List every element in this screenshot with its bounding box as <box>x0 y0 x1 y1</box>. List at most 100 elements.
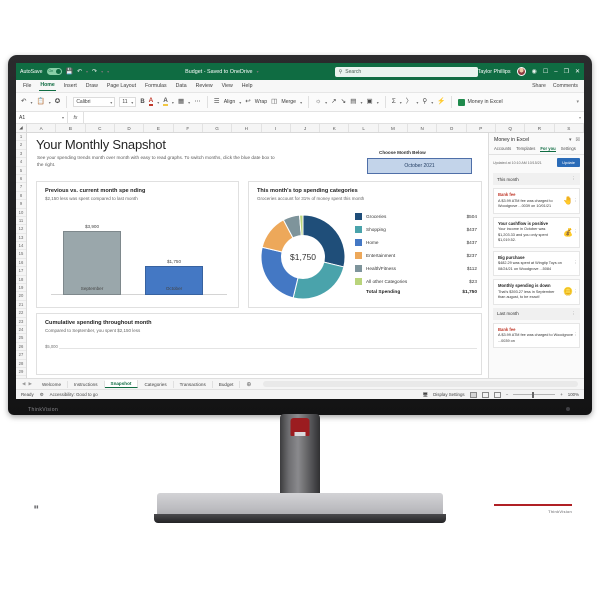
undo-caret-icon[interactable]: ▾ <box>86 69 88 74</box>
row-header-26[interactable]: 26 <box>16 343 26 352</box>
insight-card-menu-icon[interactable]: ⋮ <box>574 289 579 295</box>
fill-color-icon[interactable]: A <box>163 98 168 106</box>
row-header-3[interactable]: 3 <box>16 150 26 159</box>
close-button[interactable]: ✕ <box>575 68 580 75</box>
column-header-d[interactable]: D <box>115 124 145 132</box>
insight-section-menu-icon[interactable]: ⋮ <box>572 176 577 182</box>
zoom-level[interactable]: 100% <box>568 392 579 397</box>
save-icon[interactable]: 💾 <box>66 68 73 75</box>
money-tab-for-you[interactable]: For you <box>540 146 556 152</box>
ribbon-tab-draw[interactable]: Draw <box>85 82 99 91</box>
alignment-icon[interactable]: ☰ <box>214 98 220 106</box>
row-header-21[interactable]: 21 <box>16 301 26 310</box>
display-settings-label[interactable]: Display Settings <box>433 392 464 397</box>
search-input[interactable]: ⚲ Search <box>334 66 478 77</box>
font-size-select[interactable]: 11 ▾ <box>119 97 137 107</box>
ribbon-tab-file[interactable]: File <box>22 82 32 91</box>
align-caret-icon[interactable]: ▾ <box>239 100 241 105</box>
insight-card-menu-icon[interactable]: ⋮ <box>574 198 579 204</box>
undo-icon[interactable]: ↶ <box>77 68 82 75</box>
format-as-table-icon[interactable]: ▣ <box>366 98 372 106</box>
column-header-q[interactable]: Q <box>496 124 526 132</box>
insight-card-menu-icon[interactable]: ⋮ <box>574 229 579 235</box>
font-color-icon[interactable]: A <box>148 98 154 106</box>
column-header-k[interactable]: K <box>320 124 350 132</box>
panel-options-caret-icon[interactable]: ▾ <box>569 137 572 143</box>
column-header-o[interactable]: O <box>437 124 467 132</box>
autosum-caret-icon[interactable]: ▾ <box>400 100 402 105</box>
ribbon-tab-data[interactable]: Data <box>175 82 188 91</box>
column-header-n[interactable]: N <box>408 124 438 132</box>
decrease-decimal-icon[interactable]: ↘ <box>341 98 347 106</box>
insight-card-menu-icon[interactable]: ⋮ <box>574 260 579 266</box>
undo-toolbar-caret-icon[interactable]: ▾ <box>31 100 33 105</box>
row-header-16[interactable]: 16 <box>16 259 26 268</box>
normal-view-button[interactable] <box>469 391 477 398</box>
sheet-nav-arrows[interactable]: ◀ ▶ <box>18 381 36 387</box>
column-header-l[interactable]: L <box>349 124 379 132</box>
ribbon-display-options-icon[interactable]: ☐ <box>543 68 548 75</box>
zoom-slider[interactable] <box>513 392 556 397</box>
sheet-tab-snapshot[interactable]: Snapshot <box>104 380 139 388</box>
align-button[interactable]: Align <box>224 99 236 105</box>
column-header-e[interactable]: E <box>144 124 174 132</box>
zoom-out-button[interactable]: − <box>506 392 509 397</box>
autosave-toggle[interactable]: On <box>46 68 62 75</box>
bar-chart[interactable]: $3,900 September $1,750 October <box>37 212 240 309</box>
horizontal-scrollbar[interactable] <box>263 381 578 387</box>
sheet-tab-categories[interactable]: Categories <box>138 380 174 388</box>
merge-button[interactable]: Merge <box>281 99 296 105</box>
page-layout-view-button[interactable] <box>481 391 489 398</box>
conditional-formatting-icon[interactable]: ▤ <box>350 98 356 106</box>
row-header-10[interactable]: 10 <box>16 209 26 217</box>
more-font-options-icon[interactable]: ⋯ <box>194 98 201 106</box>
wrap-text-icon[interactable]: ↩ <box>245 98 251 106</box>
add-sheet-button[interactable]: ⊕ <box>240 381 257 388</box>
merge-caret-icon[interactable]: ▾ <box>300 100 302 105</box>
undo-toolbar-icon[interactable]: ↶ <box>21 98 27 106</box>
bold-button[interactable]: B <box>140 99 144 105</box>
sheet-tab-budget[interactable]: Budget <box>213 380 241 388</box>
column-header-c[interactable]: C <box>86 124 115 132</box>
column-header-m[interactable]: M <box>379 124 409 132</box>
money-tab-templates[interactable]: Templates <box>516 146 535 152</box>
sheet-tab-welcome[interactable]: Welcome <box>36 380 68 388</box>
row-header-22[interactable]: 22 <box>16 309 26 318</box>
column-header-p[interactable]: P <box>467 124 496 132</box>
ribbon-tab-review[interactable]: Review <box>195 82 214 91</box>
increase-decimal-icon[interactable]: ↗ <box>331 98 337 106</box>
collapse-ribbon-icon[interactable]: ▾ <box>576 99 579 105</box>
insight-card[interactable]: Big purchase $482.29 was spent at Wingtip… <box>493 250 580 276</box>
row-header-25[interactable]: 25 <box>16 334 26 343</box>
document-title-caret-icon[interactable]: ▾ <box>257 69 259 74</box>
autosum-icon[interactable]: Σ <box>392 98 396 106</box>
sheet-tab-instructions[interactable]: Instructions <box>68 380 105 388</box>
ribbon-tab-formulas[interactable]: Formulas <box>144 82 168 91</box>
column-header-f[interactable]: F <box>174 124 203 132</box>
row-header-17[interactable]: 17 <box>16 267 26 276</box>
row-header-27[interactable]: 27 <box>16 351 26 360</box>
row-header-23[interactable]: 23 <box>16 318 26 326</box>
paste-icon[interactable]: 📋 <box>37 98 45 106</box>
avatar[interactable] <box>516 67 526 76</box>
analyze-data-icon[interactable]: ⚡ <box>437 98 445 106</box>
find-select-caret-icon[interactable]: ▾ <box>431 100 433 105</box>
row-header-4[interactable]: 4 <box>16 158 26 167</box>
row-header-9[interactable]: 9 <box>16 200 26 209</box>
find-select-icon[interactable]: ⚲ <box>422 98 427 106</box>
sort-filter-caret-icon[interactable]: ▾ <box>416 100 418 105</box>
row-header-28[interactable]: 28 <box>16 360 26 368</box>
row-header-18[interactable]: 18 <box>16 276 26 285</box>
borders-caret-icon[interactable]: ▾ <box>188 100 190 105</box>
donut-chart[interactable]: $1,750 <box>255 209 351 305</box>
accessibility-status[interactable]: Accessibility: Good to go <box>50 392 98 397</box>
paste-caret-icon[interactable]: ▾ <box>49 100 51 105</box>
row-header-24[interactable]: 24 <box>16 326 26 335</box>
row-header-5[interactable]: 5 <box>16 167 26 175</box>
row-header-11[interactable]: 11 <box>16 217 26 226</box>
display-settings-icon[interactable]: 🖥 <box>423 392 429 398</box>
column-header-a[interactable]: A <box>27 124 57 132</box>
row-header-14[interactable]: 14 <box>16 242 26 251</box>
column-header-h[interactable]: H <box>232 124 262 132</box>
redo-caret-icon[interactable]: ▾ <box>101 69 103 74</box>
